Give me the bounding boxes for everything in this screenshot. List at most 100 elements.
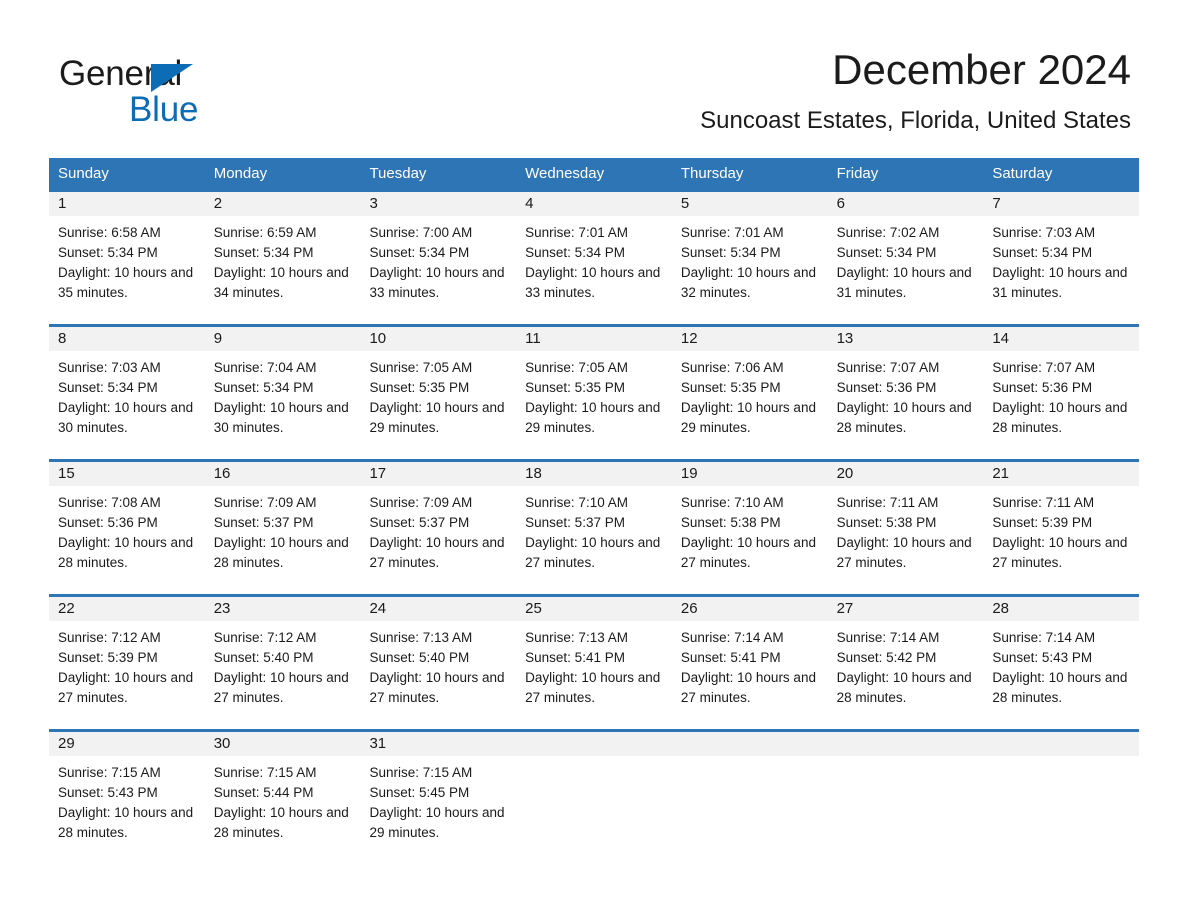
day-cell[interactable]: 28 Sunrise: 7:14 AM Sunset: 5:43 PM Dayl… bbox=[983, 597, 1140, 729]
day-cell[interactable]: 2 Sunrise: 6:59 AM Sunset: 5:34 PM Dayli… bbox=[204, 192, 361, 324]
sunset-text: Sunset: 5:36 PM bbox=[992, 380, 1093, 395]
day-cell[interactable]: 26 Sunrise: 7:14 AM Sunset: 5:41 PM Dayl… bbox=[671, 597, 828, 729]
weekday-header-wednesday: Wednesday bbox=[525, 165, 605, 182]
day-number: 30 bbox=[204, 732, 361, 756]
day-number bbox=[983, 732, 1140, 756]
page-header: General Blue December 2024 Suncoast Esta… bbox=[0, 44, 1188, 148]
day-info: Sunrise: 7:11 AM Sunset: 5:39 PM Dayligh… bbox=[983, 486, 1139, 573]
day-cell-empty bbox=[827, 732, 984, 849]
day-info: Sunrise: 7:15 AM Sunset: 5:44 PM Dayligh… bbox=[205, 756, 361, 843]
day-info: Sunrise: 7:12 AM Sunset: 5:40 PM Dayligh… bbox=[205, 621, 361, 708]
day-info: Sunrise: 7:03 AM Sunset: 5:34 PM Dayligh… bbox=[983, 216, 1139, 303]
daylight-text: Daylight: 10 hours and 27 minutes. bbox=[992, 535, 1128, 570]
day-cell[interactable]: 25 Sunrise: 7:13 AM Sunset: 5:41 PM Dayl… bbox=[516, 597, 672, 729]
day-cell[interactable]: 18 Sunrise: 7:10 AM Sunset: 5:37 PM Dayl… bbox=[516, 462, 672, 594]
daylight-text: Daylight: 10 hours and 27 minutes. bbox=[213, 670, 349, 705]
sunset-text: Sunset: 5:34 PM bbox=[213, 245, 314, 260]
day-cell[interactable]: 23 Sunrise: 7:12 AM Sunset: 5:40 PM Dayl… bbox=[204, 597, 361, 729]
day-number: 15 bbox=[49, 462, 205, 486]
day-number: 5 bbox=[671, 192, 828, 216]
day-cell[interactable]: 10 Sunrise: 7:05 AM Sunset: 5:35 PM Dayl… bbox=[360, 327, 517, 459]
day-cell[interactable]: 20 Sunrise: 7:11 AM Sunset: 5:38 PM Dayl… bbox=[827, 462, 984, 594]
daylight-text: Daylight: 10 hours and 28 minutes. bbox=[836, 400, 972, 435]
sunrise-text: Sunrise: 6:58 AM bbox=[58, 225, 161, 240]
week-row: 22 Sunrise: 7:12 AM Sunset: 5:39 PM Dayl… bbox=[49, 594, 1140, 729]
sunset-text: Sunset: 5:36 PM bbox=[58, 515, 158, 530]
day-info: Sunrise: 7:14 AM Sunset: 5:43 PM Dayligh… bbox=[983, 621, 1139, 708]
sunrise-text: Sunrise: 7:14 AM bbox=[836, 630, 940, 645]
sunrise-text: Sunrise: 7:00 AM bbox=[369, 225, 473, 240]
day-info: Sunrise: 7:05 AM Sunset: 5:35 PM Dayligh… bbox=[516, 351, 672, 438]
daylight-text: Daylight: 10 hours and 32 minutes. bbox=[680, 265, 816, 300]
day-number: 20 bbox=[827, 462, 984, 486]
day-cell[interactable]: 30 Sunrise: 7:15 AM Sunset: 5:44 PM Dayl… bbox=[204, 732, 361, 849]
sunrise-text: Sunrise: 7:14 AM bbox=[992, 630, 1096, 645]
day-cell[interactable]: 14 Sunrise: 7:07 AM Sunset: 5:36 PM Dayl… bbox=[983, 327, 1140, 459]
day-number: 28 bbox=[983, 597, 1140, 621]
day-cell[interactable]: 17 Sunrise: 7:09 AM Sunset: 5:37 PM Dayl… bbox=[360, 462, 517, 594]
day-cell[interactable]: 11 Sunrise: 7:05 AM Sunset: 5:35 PM Dayl… bbox=[516, 327, 672, 459]
day-cell[interactable]: 24 Sunrise: 7:13 AM Sunset: 5:40 PM Dayl… bbox=[360, 597, 517, 729]
day-number: 8 bbox=[49, 327, 205, 351]
day-cell[interactable]: 21 Sunrise: 7:11 AM Sunset: 5:39 PM Dayl… bbox=[983, 462, 1140, 594]
daylight-text: Daylight: 10 hours and 27 minutes. bbox=[836, 535, 972, 570]
day-info: Sunrise: 7:01 AM Sunset: 5:34 PM Dayligh… bbox=[672, 216, 828, 303]
day-cell[interactable]: 22 Sunrise: 7:12 AM Sunset: 5:39 PM Dayl… bbox=[49, 597, 205, 729]
day-cell[interactable]: 1 Sunrise: 6:58 AM Sunset: 5:34 PM Dayli… bbox=[49, 192, 205, 324]
day-info: Sunrise: 7:00 AM Sunset: 5:34 PM Dayligh… bbox=[360, 216, 516, 303]
sunset-text: Sunset: 5:44 PM bbox=[213, 785, 314, 800]
day-info: Sunrise: 7:13 AM Sunset: 5:41 PM Dayligh… bbox=[516, 621, 672, 708]
daylight-text: Daylight: 10 hours and 27 minutes. bbox=[369, 535, 505, 570]
sunset-text: Sunset: 5:34 PM bbox=[836, 245, 937, 260]
day-cell[interactable]: 19 Sunrise: 7:10 AM Sunset: 5:38 PM Dayl… bbox=[671, 462, 828, 594]
day-cell[interactable]: 3 Sunrise: 7:00 AM Sunset: 5:34 PM Dayli… bbox=[360, 192, 517, 324]
sunset-text: Sunset: 5:34 PM bbox=[992, 245, 1093, 260]
day-number: 13 bbox=[827, 327, 984, 351]
day-number: 18 bbox=[516, 462, 672, 486]
daylight-text: Daylight: 10 hours and 33 minutes. bbox=[369, 265, 505, 300]
day-number: 9 bbox=[204, 327, 361, 351]
day-cell[interactable]: 31 Sunrise: 7:15 AM Sunset: 5:45 PM Dayl… bbox=[360, 732, 517, 849]
day-info: Sunrise: 7:11 AM Sunset: 5:38 PM Dayligh… bbox=[828, 486, 984, 573]
daylight-text: Daylight: 10 hours and 35 minutes. bbox=[58, 265, 194, 300]
day-cell[interactable]: 13 Sunrise: 7:07 AM Sunset: 5:36 PM Dayl… bbox=[827, 327, 984, 459]
day-cell[interactable]: 5 Sunrise: 7:01 AM Sunset: 5:34 PM Dayli… bbox=[671, 192, 828, 324]
day-info: Sunrise: 7:06 AM Sunset: 5:35 PM Dayligh… bbox=[672, 351, 828, 438]
day-number: 2 bbox=[204, 192, 361, 216]
week-row: 1 Sunrise: 6:58 AM Sunset: 5:34 PM Dayli… bbox=[49, 189, 1140, 324]
day-number: 21 bbox=[983, 462, 1140, 486]
sunset-text: Sunset: 5:41 PM bbox=[680, 650, 781, 665]
weekday-header-saturday: Saturday bbox=[992, 165, 1053, 182]
day-cell[interactable]: 16 Sunrise: 7:09 AM Sunset: 5:37 PM Dayl… bbox=[204, 462, 361, 594]
daylight-text: Daylight: 10 hours and 27 minutes. bbox=[525, 670, 661, 705]
day-cell[interactable]: 15 Sunrise: 7:08 AM Sunset: 5:36 PM Dayl… bbox=[49, 462, 205, 594]
sunset-text: Sunset: 5:34 PM bbox=[680, 245, 781, 260]
weekday-header-monday: Monday bbox=[213, 165, 268, 182]
weekday-header-friday: Friday bbox=[836, 165, 879, 182]
sunset-text: Sunset: 5:37 PM bbox=[525, 515, 625, 530]
day-info: Sunrise: 7:13 AM Sunset: 5:40 PM Dayligh… bbox=[360, 621, 516, 708]
sunset-text: Sunset: 5:35 PM bbox=[680, 380, 781, 395]
general-blue-logo[interactable]: General Blue bbox=[59, 54, 319, 140]
day-cell[interactable]: 6 Sunrise: 7:02 AM Sunset: 5:34 PM Dayli… bbox=[827, 192, 984, 324]
daylight-text: Daylight: 10 hours and 28 minutes. bbox=[836, 670, 972, 705]
day-cell[interactable]: 29 Sunrise: 7:15 AM Sunset: 5:43 PM Dayl… bbox=[49, 732, 205, 849]
day-cell[interactable]: 4 Sunrise: 7:01 AM Sunset: 5:34 PM Dayli… bbox=[516, 192, 672, 324]
sunrise-text: Sunrise: 7:02 AM bbox=[836, 225, 940, 240]
sunrise-text: Sunrise: 7:15 AM bbox=[58, 765, 161, 780]
daylight-text: Daylight: 10 hours and 28 minutes. bbox=[992, 670, 1128, 705]
day-cell[interactable]: 7 Sunrise: 7:03 AM Sunset: 5:34 PM Dayli… bbox=[983, 192, 1140, 324]
sunrise-text: Sunrise: 7:10 AM bbox=[680, 495, 784, 510]
day-number bbox=[827, 732, 984, 756]
sunset-text: Sunset: 5:40 PM bbox=[213, 650, 314, 665]
sunset-text: Sunset: 5:37 PM bbox=[213, 515, 314, 530]
day-cell[interactable]: 27 Sunrise: 7:14 AM Sunset: 5:42 PM Dayl… bbox=[827, 597, 984, 729]
day-cell[interactable]: 12 Sunrise: 7:06 AM Sunset: 5:35 PM Dayl… bbox=[671, 327, 828, 459]
day-number: 11 bbox=[516, 327, 672, 351]
sunrise-text: Sunrise: 7:11 AM bbox=[836, 495, 939, 510]
day-number: 31 bbox=[360, 732, 517, 756]
day-cell[interactable]: 8 Sunrise: 7:03 AM Sunset: 5:34 PM Dayli… bbox=[49, 327, 205, 459]
sunset-text: Sunset: 5:40 PM bbox=[369, 650, 470, 665]
day-cell[interactable]: 9 Sunrise: 7:04 AM Sunset: 5:34 PM Dayli… bbox=[204, 327, 361, 459]
daylight-text: Daylight: 10 hours and 31 minutes. bbox=[992, 265, 1128, 300]
